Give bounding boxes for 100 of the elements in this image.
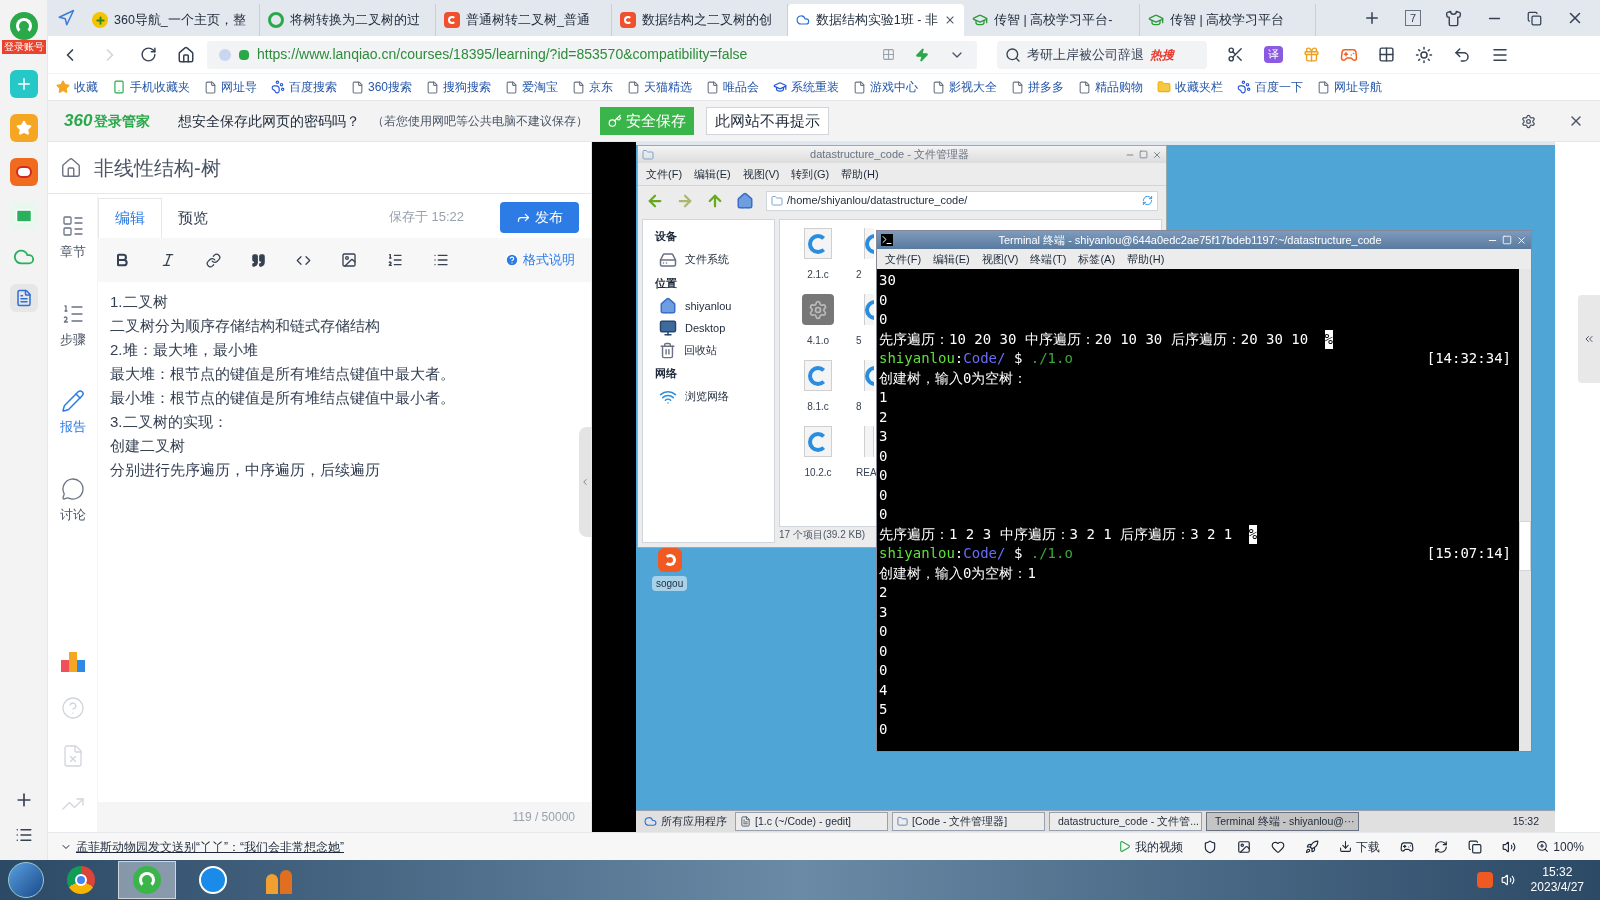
file-name[interactable]: 8	[856, 399, 862, 414]
settings-icon[interactable]	[1521, 113, 1536, 129]
heart-icon[interactable]	[1271, 839, 1286, 854]
editor-tab[interactable]: 编辑	[98, 198, 162, 238]
collapse-handle[interactable]	[579, 427, 591, 537]
bold-icon[interactable]	[114, 252, 130, 268]
news-link[interactable]: 孟菲斯动物园发文送别“丫丫”：“我们会非常想念她”	[76, 837, 344, 856]
nav-item[interactable]: 讨论	[59, 476, 86, 524]
menu-item[interactable]: 文件(F)	[885, 250, 922, 268]
brightness-icon[interactable]	[1415, 45, 1433, 64]
close-icon[interactable]	[1516, 234, 1527, 246]
shirt-icon[interactable]	[1445, 9, 1462, 27]
file-name[interactable]: 10.2.c	[804, 465, 832, 480]
nav-item[interactable]: 步骤	[59, 301, 86, 349]
menu-item[interactable]: 编辑(E)	[933, 250, 970, 268]
menu-item[interactable]: 转到(G)	[791, 165, 830, 183]
bookmark[interactable]: 唯品会	[706, 78, 760, 96]
login-label[interactable]: 登录账号	[1, 40, 46, 54]
path-field[interactable]: /home/shiyanlou/datastructure_code/	[766, 190, 1158, 211]
file-name[interactable]: 2	[856, 267, 862, 282]
sogou-icon[interactable]	[657, 548, 682, 572]
menu-item[interactable]: 帮助(H)	[1127, 250, 1165, 268]
editor-tab[interactable]: 预览	[162, 198, 224, 238]
apps-icon[interactable]	[1378, 46, 1395, 63]
place-item[interactable]: 回收站	[655, 339, 762, 361]
scissors-icon[interactable]	[1227, 46, 1244, 63]
italic-icon[interactable]	[160, 252, 176, 268]
taskbar-window-button[interactable]: [Code - 文件管理器]	[892, 812, 1045, 831]
nav-item[interactable]: 报告	[59, 389, 86, 437]
taskbar-window-button[interactable]: datastructure_code - 文件管...	[1049, 812, 1202, 831]
bookmark[interactable]: 收藏夹栏	[1157, 78, 1224, 96]
bookmark[interactable]: 手机收藏夹	[112, 78, 190, 96]
download-button[interactable]: 下载	[1339, 837, 1381, 856]
menu-item[interactable]: 视图(V)	[981, 250, 1019, 268]
reload-icon[interactable]	[140, 46, 157, 63]
image-icon[interactable]	[1237, 839, 1252, 854]
bookmark[interactable]: 百度一下	[1237, 78, 1304, 96]
star-app-icon[interactable]	[9, 114, 38, 142]
image-icon[interactable]	[341, 252, 357, 268]
file-name[interactable]: 2.1.c	[807, 267, 829, 282]
document-icon[interactable]	[9, 284, 38, 312]
menu-item[interactable]: 编辑(E)	[694, 165, 731, 183]
bookmark[interactable]: 天猫精选	[627, 78, 693, 96]
bookmark[interactable]: 网址导	[204, 78, 257, 96]
numbered-list-icon[interactable]	[387, 252, 403, 268]
place-item[interactable]: 浏览网络	[655, 385, 762, 408]
place-item[interactable]: 文件系统	[655, 248, 762, 271]
bookmark[interactable]: 拼多多	[1011, 78, 1065, 96]
format-help-link[interactable]: 格式说明	[505, 250, 575, 270]
video-button[interactable]: 我的视频	[1118, 837, 1184, 856]
address-field[interactable]: https://www.lanqiao.cn/courses/18395/learning/?id=853570&compatibility=false	[207, 40, 977, 69]
refresh-icon[interactable]	[1434, 839, 1449, 854]
link-icon[interactable]	[206, 252, 221, 268]
browser-tab[interactable]: 数据结构实验1班 - 非	[788, 4, 964, 36]
bookmark[interactable]: 系统重装	[773, 78, 840, 96]
bookmark[interactable]: 爱淘宝	[505, 78, 559, 96]
bookmark[interactable]: 收藏	[56, 78, 98, 96]
bookmark[interactable]: 游戏中心	[853, 78, 919, 96]
start-menu-button[interactable]: 所有应用程序	[640, 813, 731, 830]
file-name[interactable]: 5	[856, 333, 862, 348]
bookmark[interactable]: 360搜索	[351, 78, 413, 96]
place-item[interactable]: Desktop	[655, 317, 762, 339]
rocket-icon[interactable]	[1305, 839, 1320, 854]
desktop-icon-label[interactable]: sogou	[652, 576, 688, 591]
bookmark[interactable]: 百度搜索	[271, 78, 337, 96]
home-icon[interactable]	[60, 156, 82, 179]
menu-item[interactable]: 视图(V)	[742, 165, 780, 183]
never-button[interactable]: 此网站不再提示	[706, 107, 830, 135]
menu-item[interactable]: 标签(A)	[1078, 250, 1116, 268]
file-name[interactable]: REA	[856, 465, 877, 480]
menu-icon[interactable]	[14, 826, 33, 844]
taskbar-window-button[interactable]: Terminal 终端 - shiyanlou@···	[1206, 812, 1359, 831]
eye-app-icon[interactable]	[9, 158, 38, 186]
undo-icon[interactable]	[1453, 45, 1471, 64]
bullet-list-icon[interactable]	[433, 252, 449, 268]
menu-item[interactable]: 帮助(H)	[841, 165, 879, 183]
mail-icon[interactable]	[9, 202, 38, 230]
report-editor[interactable]: 1.二叉树 二叉树分为顺序存储结构和链式存储结构 2.堆：最大堆，最小堆 最大堆：根节点的键值是所有堆结点键值中最大者。 最小堆：根节点的键值是所有堆结点键值中最小者。 3.二叉树的实现： 创建二叉树 分别进行先序遍历，中序遍历，后续遍历	[98, 282, 591, 802]
navigation-icon[interactable]	[57, 9, 75, 27]
translate-button[interactable]: 译	[1264, 46, 1283, 63]
zoom-button[interactable]: 100%	[1536, 837, 1584, 856]
bookmark[interactable]: 影视大全	[932, 78, 998, 96]
file-name[interactable]: 8.1.c	[807, 399, 829, 414]
controller-icon[interactable]	[1400, 839, 1415, 854]
restore-icon[interactable]	[1527, 10, 1542, 26]
search-field[interactable]: 考研上岸被公司辞退 热搜	[997, 40, 1207, 69]
volume-icon[interactable]	[1500, 873, 1515, 887]
podium-icon[interactable]	[60, 652, 85, 672]
nav-item[interactable]: 章节	[59, 214, 86, 262]
place-item[interactable]: shiyanlou	[655, 295, 762, 317]
menu-item[interactable]: 文件(F)	[646, 165, 683, 183]
file-name[interactable]: 4.1.o	[806, 333, 830, 348]
quote-icon[interactable]	[251, 252, 266, 268]
lightning-icon[interactable]	[915, 47, 929, 62]
taskbar-window-button[interactable]: [1.c (~/Code) - gedit]	[735, 812, 888, 831]
sound-icon[interactable]	[1502, 839, 1517, 854]
tab-count[interactable]: 7	[1404, 10, 1421, 26]
shield-icon[interactable]	[1203, 839, 1218, 854]
bookmark[interactable]: 京东	[572, 78, 614, 96]
bookmark[interactable]: 搜狗搜索	[426, 78, 492, 96]
